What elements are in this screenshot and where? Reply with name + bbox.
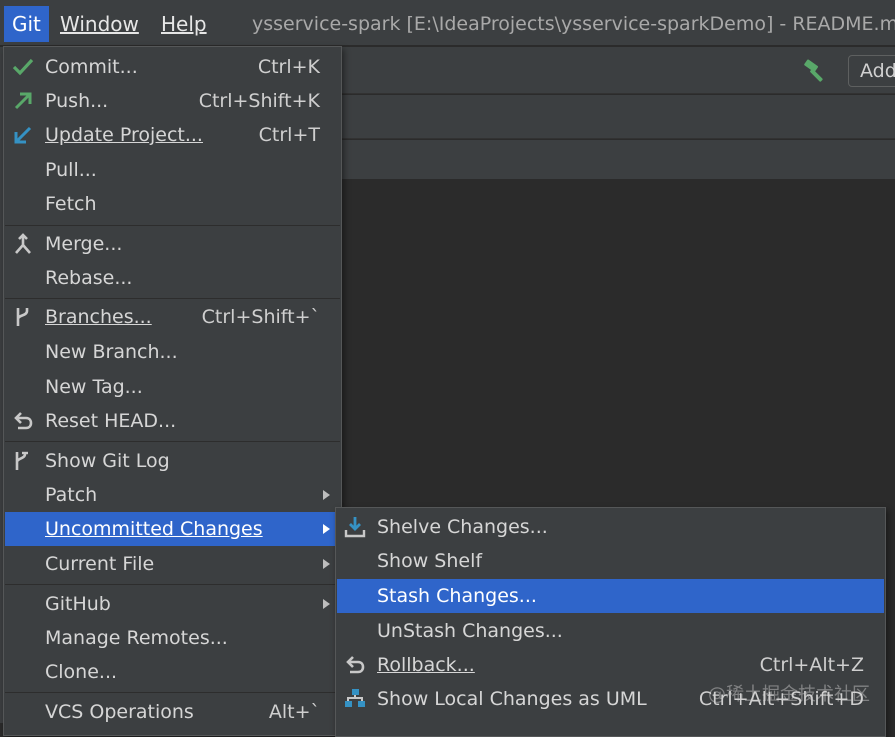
add-configuration-button[interactable]: Add bbox=[848, 55, 895, 87]
push-arrow-icon bbox=[14, 92, 32, 110]
menu-item-show-git-log[interactable]: Show Git Log bbox=[5, 444, 340, 478]
update-arrow-icon bbox=[14, 126, 32, 144]
editor-tabs bbox=[340, 140, 895, 180]
git-menu: Commit... Ctrl+K Push... Ctrl+Shift+K Up… bbox=[3, 46, 342, 736]
main-toolbar: Add bbox=[340, 47, 895, 94]
navigation-bar bbox=[340, 95, 895, 139]
menu-item-merge[interactable]: Merge... bbox=[5, 227, 340, 261]
menu-item-push[interactable]: Push... Ctrl+Shift+K bbox=[5, 84, 340, 118]
menu-item-unstash-changes[interactable]: UnStash Changes... bbox=[337, 614, 884, 648]
submenu-arrow-icon bbox=[323, 599, 330, 609]
menu-item-stash-changes[interactable]: Stash Changes... bbox=[337, 579, 884, 613]
menu-separator bbox=[5, 692, 340, 693]
menu-item-current-file[interactable]: Current File bbox=[5, 547, 340, 581]
uml-icon bbox=[345, 689, 365, 707]
menu-item-manage-remotes[interactable]: Manage Remotes... bbox=[5, 621, 340, 655]
submenu-arrow-icon bbox=[323, 524, 330, 534]
menu-item-vcs-operations[interactable]: VCS Operations Alt+` bbox=[5, 695, 340, 729]
menu-item-reset-head[interactable]: Reset HEAD... bbox=[5, 404, 340, 438]
check-icon bbox=[12, 58, 34, 76]
menu-item-new-branch[interactable]: New Branch... bbox=[5, 335, 340, 369]
menu-help[interactable]: Help bbox=[153, 6, 215, 42]
menu-item-commit[interactable]: Commit... Ctrl+K bbox=[5, 50, 340, 84]
menu-window[interactable]: Window bbox=[52, 6, 147, 42]
watermark: @稀土掘金技术社区 bbox=[708, 684, 870, 705]
menu-bar: Git Window Help ysservice-spark [E:\Idea… bbox=[0, 0, 895, 46]
menu-item-show-shelf[interactable]: Show Shelf bbox=[337, 544, 884, 578]
menu-item-uncommitted-changes[interactable]: Uncommitted Changes bbox=[5, 512, 340, 546]
git-log-icon bbox=[15, 451, 28, 470]
menu-item-update-project[interactable]: Update Project... Ctrl+T bbox=[5, 118, 340, 152]
menu-item-clone[interactable]: Clone... bbox=[5, 655, 340, 689]
menu-git[interactable]: Git bbox=[4, 6, 49, 42]
menu-separator bbox=[5, 298, 340, 299]
menu-item-fetch[interactable]: Fetch bbox=[5, 187, 340, 221]
hammer-icon[interactable] bbox=[803, 58, 829, 84]
menu-item-shelve-changes[interactable]: Shelve Changes... bbox=[337, 510, 884, 544]
submenu-arrow-icon bbox=[323, 490, 330, 500]
menu-item-rollback[interactable]: Rollback... Ctrl+Alt+Z bbox=[337, 648, 884, 682]
merge-icon bbox=[15, 233, 31, 254]
menu-item-patch[interactable]: Patch bbox=[5, 478, 340, 512]
menu-separator bbox=[5, 225, 340, 226]
reset-icon bbox=[14, 412, 33, 430]
branch-icon bbox=[16, 308, 29, 326]
menu-separator bbox=[5, 441, 340, 442]
menu-item-pull[interactable]: Pull... bbox=[5, 153, 340, 187]
window-title: ysservice-spark [E:\IdeaProjects\ysservi… bbox=[252, 13, 895, 35]
menu-item-github[interactable]: GitHub bbox=[5, 587, 340, 621]
menu-separator bbox=[5, 584, 340, 585]
rollback-icon bbox=[346, 656, 365, 674]
menu-item-rebase[interactable]: Rebase... bbox=[5, 261, 340, 295]
menu-item-branches[interactable]: Branches... Ctrl+Shift+` bbox=[5, 300, 340, 334]
menu-item-new-tag[interactable]: New Tag... bbox=[5, 370, 340, 404]
submenu-arrow-icon bbox=[323, 559, 330, 569]
shelve-icon bbox=[344, 517, 366, 538]
